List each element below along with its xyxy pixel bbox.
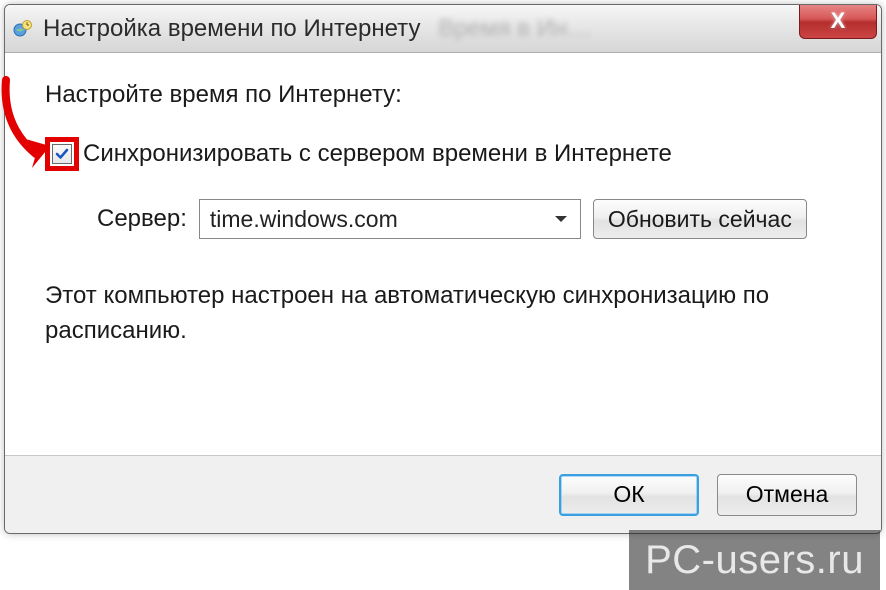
dialog-footer: ОК Отмена bbox=[5, 455, 881, 533]
sync-checkbox-row: Синхронизировать с сервером времени в Ин… bbox=[45, 137, 853, 171]
ok-button[interactable]: ОК bbox=[559, 474, 699, 516]
sync-checkbox-label: Синхронизировать с сервером времени в Ин… bbox=[83, 140, 672, 168]
status-text: Этот компьютер настроен на автоматическу… bbox=[45, 279, 853, 349]
server-combobox[interactable]: time.windows.com bbox=[199, 199, 581, 239]
annotation-highlight-box bbox=[45, 137, 79, 171]
cancel-label: Отмена bbox=[746, 481, 829, 508]
clock-globe-icon bbox=[13, 19, 33, 39]
chevron-down-icon bbox=[552, 210, 570, 228]
dialog-content: Настройте время по Интернету: Синхронизи… bbox=[5, 53, 881, 455]
titlebar: Настройка времени по Интернету Время в И… bbox=[5, 5, 881, 53]
watermark: PC-users.ru bbox=[629, 530, 880, 590]
close-button[interactable]: X bbox=[799, 4, 877, 39]
dialog-window: Настройка времени по Интернету Время в И… bbox=[4, 4, 882, 534]
checkmark-icon bbox=[55, 147, 69, 161]
update-now-button[interactable]: Обновить сейчас bbox=[593, 199, 807, 239]
cancel-button[interactable]: Отмена bbox=[717, 474, 857, 516]
server-row: Сервер: time.windows.com Обновить сейчас bbox=[45, 199, 853, 239]
server-combobox-value: time.windows.com bbox=[210, 206, 552, 233]
sync-checkbox[interactable] bbox=[52, 144, 72, 164]
ok-label: ОК bbox=[613, 481, 644, 508]
server-label: Сервер: bbox=[97, 205, 187, 233]
window-title: Настройка времени по Интернету bbox=[43, 15, 420, 43]
close-icon: X bbox=[831, 8, 846, 34]
title-blur-decor: Время в Ин… bbox=[438, 15, 591, 43]
heading-text: Настройте время по Интернету: bbox=[45, 81, 853, 109]
update-now-label: Обновить сейчас bbox=[608, 206, 792, 233]
